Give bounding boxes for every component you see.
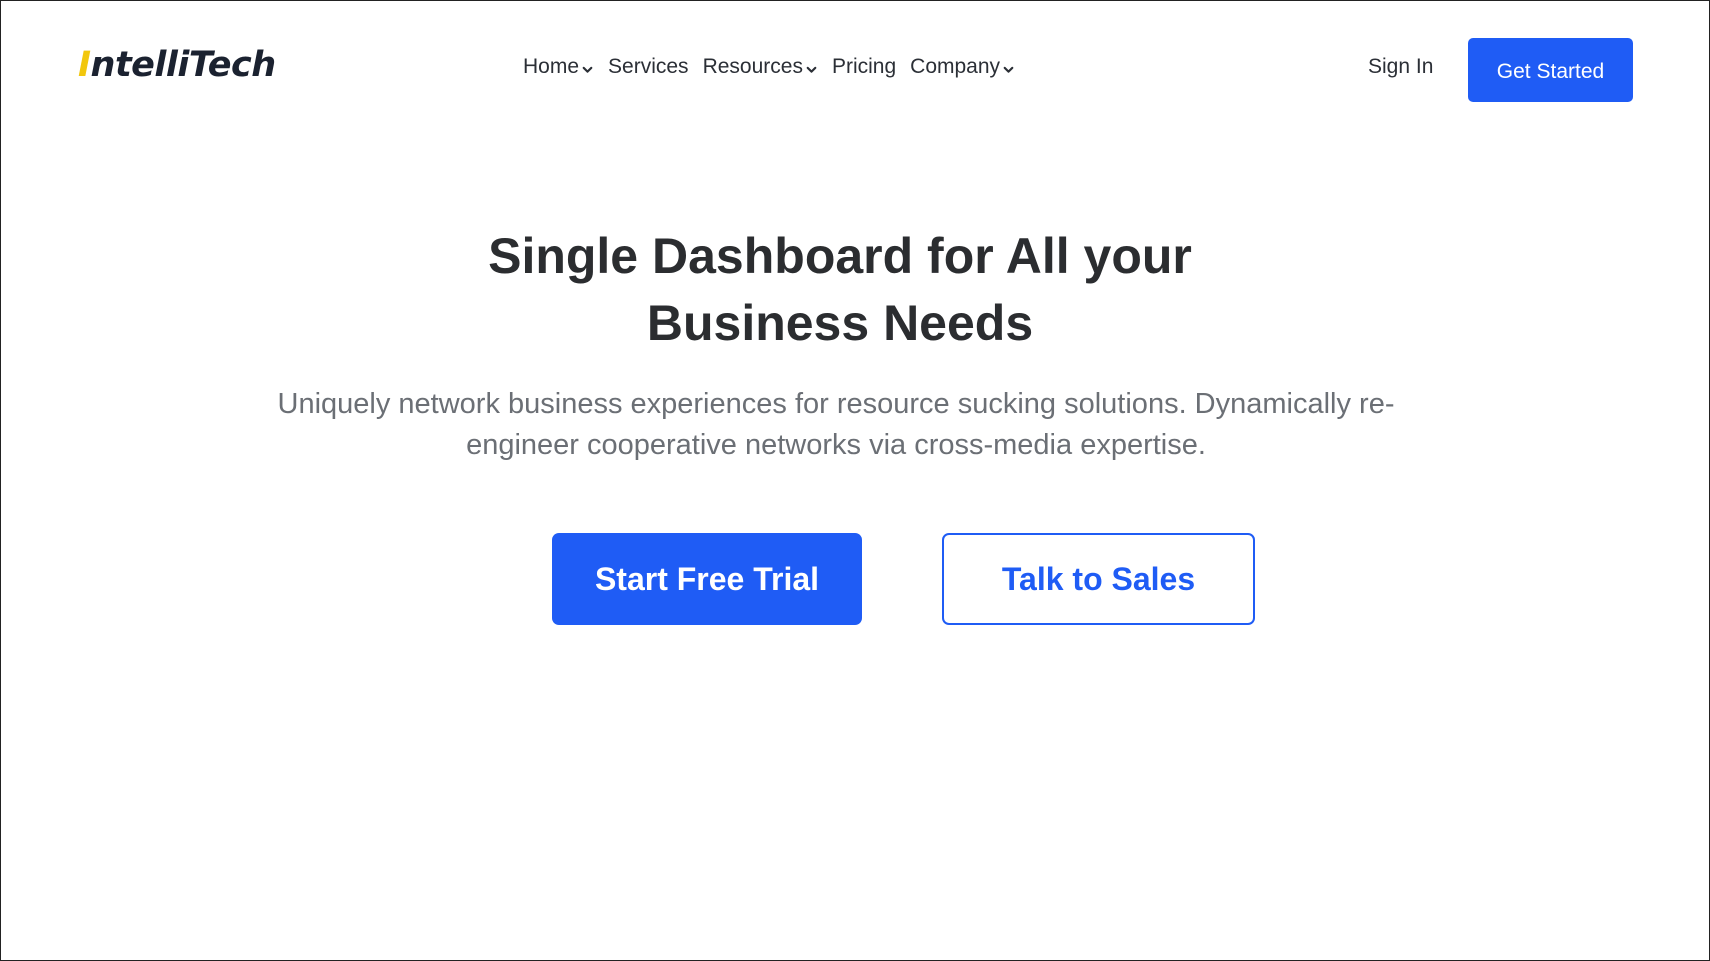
logo-accent-letter: I — [78, 45, 91, 85]
logo-text: ntelliTech — [90, 45, 277, 85]
hero-title-line: Single Dashboard for All your — [488, 228, 1192, 284]
get-started-button[interactable]: Get Started — [1468, 38, 1633, 102]
hero-title: Single Dashboard for All your Business N… — [1, 223, 1679, 357]
nav-item-pricing[interactable]: Pricing — [832, 55, 896, 79]
sign-in-link[interactable]: Sign In — [1368, 55, 1433, 79]
talk-to-sales-button[interactable]: Talk to Sales — [942, 533, 1255, 625]
chevron-down-icon — [582, 66, 593, 73]
nav-item-home[interactable]: Home — [523, 55, 594, 79]
nav-item-label: Company — [910, 55, 1001, 78]
chevron-down-icon — [1003, 66, 1014, 73]
nav-item-company[interactable]: Company — [910, 55, 1015, 79]
nav-item-label: Pricing — [831, 55, 897, 78]
logo[interactable]: IntelliTech — [78, 45, 276, 85]
chevron-down-icon — [806, 66, 817, 73]
nav-item-label: Resources — [702, 55, 803, 78]
nav-item-label: Home — [523, 55, 580, 78]
main-nav: Home Services Resources Pricing Company — [523, 55, 1015, 79]
start-free-trial-button[interactable]: Start Free Trial — [552, 533, 862, 625]
nav-item-services[interactable]: Services — [608, 55, 689, 79]
hero-subtitle: Uniquely network business experiences fo… — [277, 388, 1395, 461]
nav-item-label: Services — [608, 55, 689, 78]
hero-title-line: Business Needs — [646, 295, 1034, 351]
site-header: IntelliTech Home Services Resources Pric… — [1, 1, 1709, 141]
nav-item-resources[interactable]: Resources — [703, 55, 818, 79]
